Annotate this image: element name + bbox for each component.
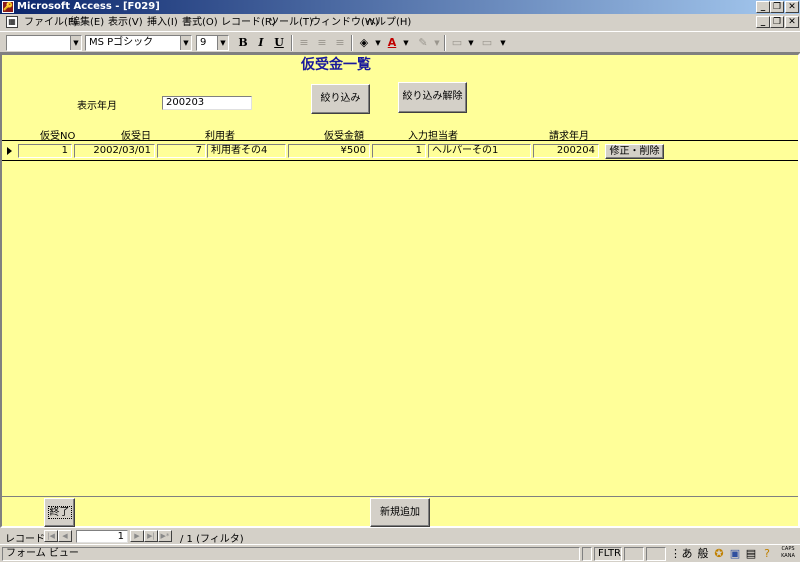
font-size-combo[interactable]: 9 ▼ bbox=[196, 35, 229, 51]
doc-minimize-button[interactable]: _ bbox=[756, 16, 770, 28]
ime-grip-icon[interactable]: ⋮ bbox=[670, 546, 681, 562]
current-record-input[interactable]: 1 bbox=[76, 530, 128, 543]
caps-indicator: CAPS bbox=[781, 546, 795, 552]
next-record-icon[interactable]: ▶ bbox=[130, 530, 144, 542]
record-count: / 1 (フィルタ) bbox=[180, 534, 244, 545]
menu-bar: ▦ ファイル(F) 編集(E) 表示(V) 挿入(I) 書式(O) レコード(R… bbox=[0, 14, 800, 31]
menu-format[interactable]: 書式(O) bbox=[182, 16, 218, 29]
chevron-down-icon[interactable]: ▼ bbox=[217, 36, 228, 50]
toolbar-separator bbox=[291, 35, 293, 51]
chevron-down-icon[interactable]: ▼ bbox=[397, 35, 415, 51]
menu-insert[interactable]: 挿入(I) bbox=[147, 16, 178, 29]
row-divider bbox=[2, 160, 798, 161]
doc-close-button[interactable]: ✕ bbox=[785, 16, 799, 28]
minimize-button[interactable]: _ bbox=[756, 1, 770, 13]
menu-edit[interactable]: 編集(E) bbox=[70, 16, 104, 29]
status-mode: フォーム ビュー bbox=[2, 547, 580, 561]
status-panel-empty bbox=[582, 547, 592, 561]
title-bar: 🔑 Microsoft Access - [F029] _ ❐ ✕ bbox=[0, 0, 800, 14]
bold-button[interactable]: B bbox=[234, 35, 252, 51]
row-amount-field[interactable]: ¥500 bbox=[288, 144, 370, 158]
form-body bbox=[0, 53, 800, 528]
font-size-value: 9 bbox=[200, 37, 207, 48]
align-right-button[interactable]: ≡ bbox=[331, 35, 349, 51]
underline-button[interactable]: U bbox=[270, 35, 288, 51]
exit-button-label: 終了 bbox=[47, 506, 72, 519]
record-navigator: レコード: |◀ ◀ 1 ▶ ▶| ▶* / 1 (フィルタ) bbox=[0, 528, 800, 545]
last-record-icon[interactable]: ▶| bbox=[144, 530, 158, 542]
status-bar: フォーム ビュー FLTR ⋮ あ 般 ✪ ▣ ▤ ? CAPS KANA bbox=[0, 544, 800, 562]
form-title: 仮受金一覧 bbox=[301, 57, 371, 73]
row-staff-id-field[interactable]: 1 bbox=[372, 144, 426, 158]
row-billing-month-field[interactable]: 200204 bbox=[533, 144, 599, 158]
edit-delete-button[interactable]: 修正・削除 bbox=[605, 144, 664, 159]
row-no-field[interactable]: 1 bbox=[18, 144, 72, 158]
align-left-button[interactable]: ≡ bbox=[295, 35, 313, 51]
form-icon[interactable]: ▦ bbox=[6, 16, 18, 28]
window-title: Microsoft Access - [F029] bbox=[17, 1, 160, 12]
chevron-down-icon[interactable]: ▼ bbox=[70, 36, 81, 50]
add-new-button[interactable]: 新規追加 bbox=[370, 498, 430, 527]
align-center-button[interactable]: ≡ bbox=[313, 35, 331, 51]
ime-mode[interactable]: あ bbox=[680, 546, 694, 562]
exit-button[interactable]: 終了 bbox=[44, 498, 75, 527]
status-panel-empty bbox=[646, 547, 666, 561]
header-divider bbox=[2, 140, 798, 141]
row-staff-name-field[interactable]: ヘルパーその1 bbox=[428, 144, 531, 158]
first-record-icon[interactable]: |◀ bbox=[44, 530, 58, 542]
formatting-toolbar: ▼ MS Pゴシック ▼ 9 ▼ B I U ≡ ≡ ≡ ◈ ▼ A ▼ ✎ ▼… bbox=[0, 31, 800, 53]
filter-label: 表示年月 bbox=[77, 101, 117, 112]
ime-dictionary-icon[interactable]: ▤ bbox=[744, 546, 758, 562]
filter-button[interactable]: 絞り込み bbox=[311, 84, 370, 114]
status-filter: FLTR bbox=[594, 547, 622, 561]
menu-records[interactable]: レコード(R) bbox=[221, 16, 276, 29]
kana-indicator: KANA bbox=[781, 553, 795, 559]
ime-pad-icon[interactable]: ▣ bbox=[728, 546, 742, 562]
clear-filter-button[interactable]: 絞り込み解除 bbox=[398, 82, 467, 113]
object-combo[interactable]: ▼ bbox=[6, 35, 82, 51]
chevron-down-icon[interactable]: ▼ bbox=[180, 36, 191, 50]
access-key-icon[interactable]: 🔑 bbox=[2, 1, 14, 13]
font-combo-value: MS Pゴシック bbox=[89, 37, 154, 48]
record-selector-icon[interactable] bbox=[4, 144, 14, 158]
row-user-name-field[interactable]: 利用者その4 bbox=[207, 144, 286, 158]
row-date-field[interactable]: 2002/03/01 bbox=[74, 144, 155, 158]
menu-view[interactable]: 表示(V) bbox=[108, 16, 143, 29]
restore-button[interactable]: ❐ bbox=[770, 1, 784, 13]
record-nav-label: レコード: bbox=[5, 534, 49, 545]
italic-button[interactable]: I bbox=[252, 35, 270, 51]
font-combo[interactable]: MS Pゴシック ▼ bbox=[85, 35, 192, 51]
menu-tools[interactable]: ツール(T) bbox=[269, 16, 313, 29]
row-user-id-field[interactable]: 7 bbox=[157, 144, 206, 158]
chevron-down-icon[interactable]: ▼ bbox=[494, 35, 512, 51]
new-record-icon[interactable]: ▶* bbox=[158, 530, 172, 542]
toolbar-separator bbox=[351, 35, 353, 51]
filter-month-input[interactable]: 200203 bbox=[162, 96, 252, 110]
toolbar-separator bbox=[444, 35, 446, 51]
ime-help-icon[interactable]: ? bbox=[760, 546, 774, 562]
menu-help[interactable]: ヘルプ(H) bbox=[366, 16, 411, 29]
close-button[interactable]: ✕ bbox=[785, 1, 799, 13]
footer-divider bbox=[2, 496, 798, 497]
ime-conversion[interactable]: 般 bbox=[696, 546, 710, 562]
ime-toolbox-icon[interactable]: ✪ bbox=[712, 546, 726, 562]
previous-record-icon[interactable]: ◀ bbox=[58, 530, 72, 542]
status-panel-empty bbox=[624, 547, 644, 561]
caps-kana-indicator: CAPS KANA bbox=[778, 546, 798, 562]
doc-restore-button[interactable]: ❐ bbox=[770, 16, 784, 28]
